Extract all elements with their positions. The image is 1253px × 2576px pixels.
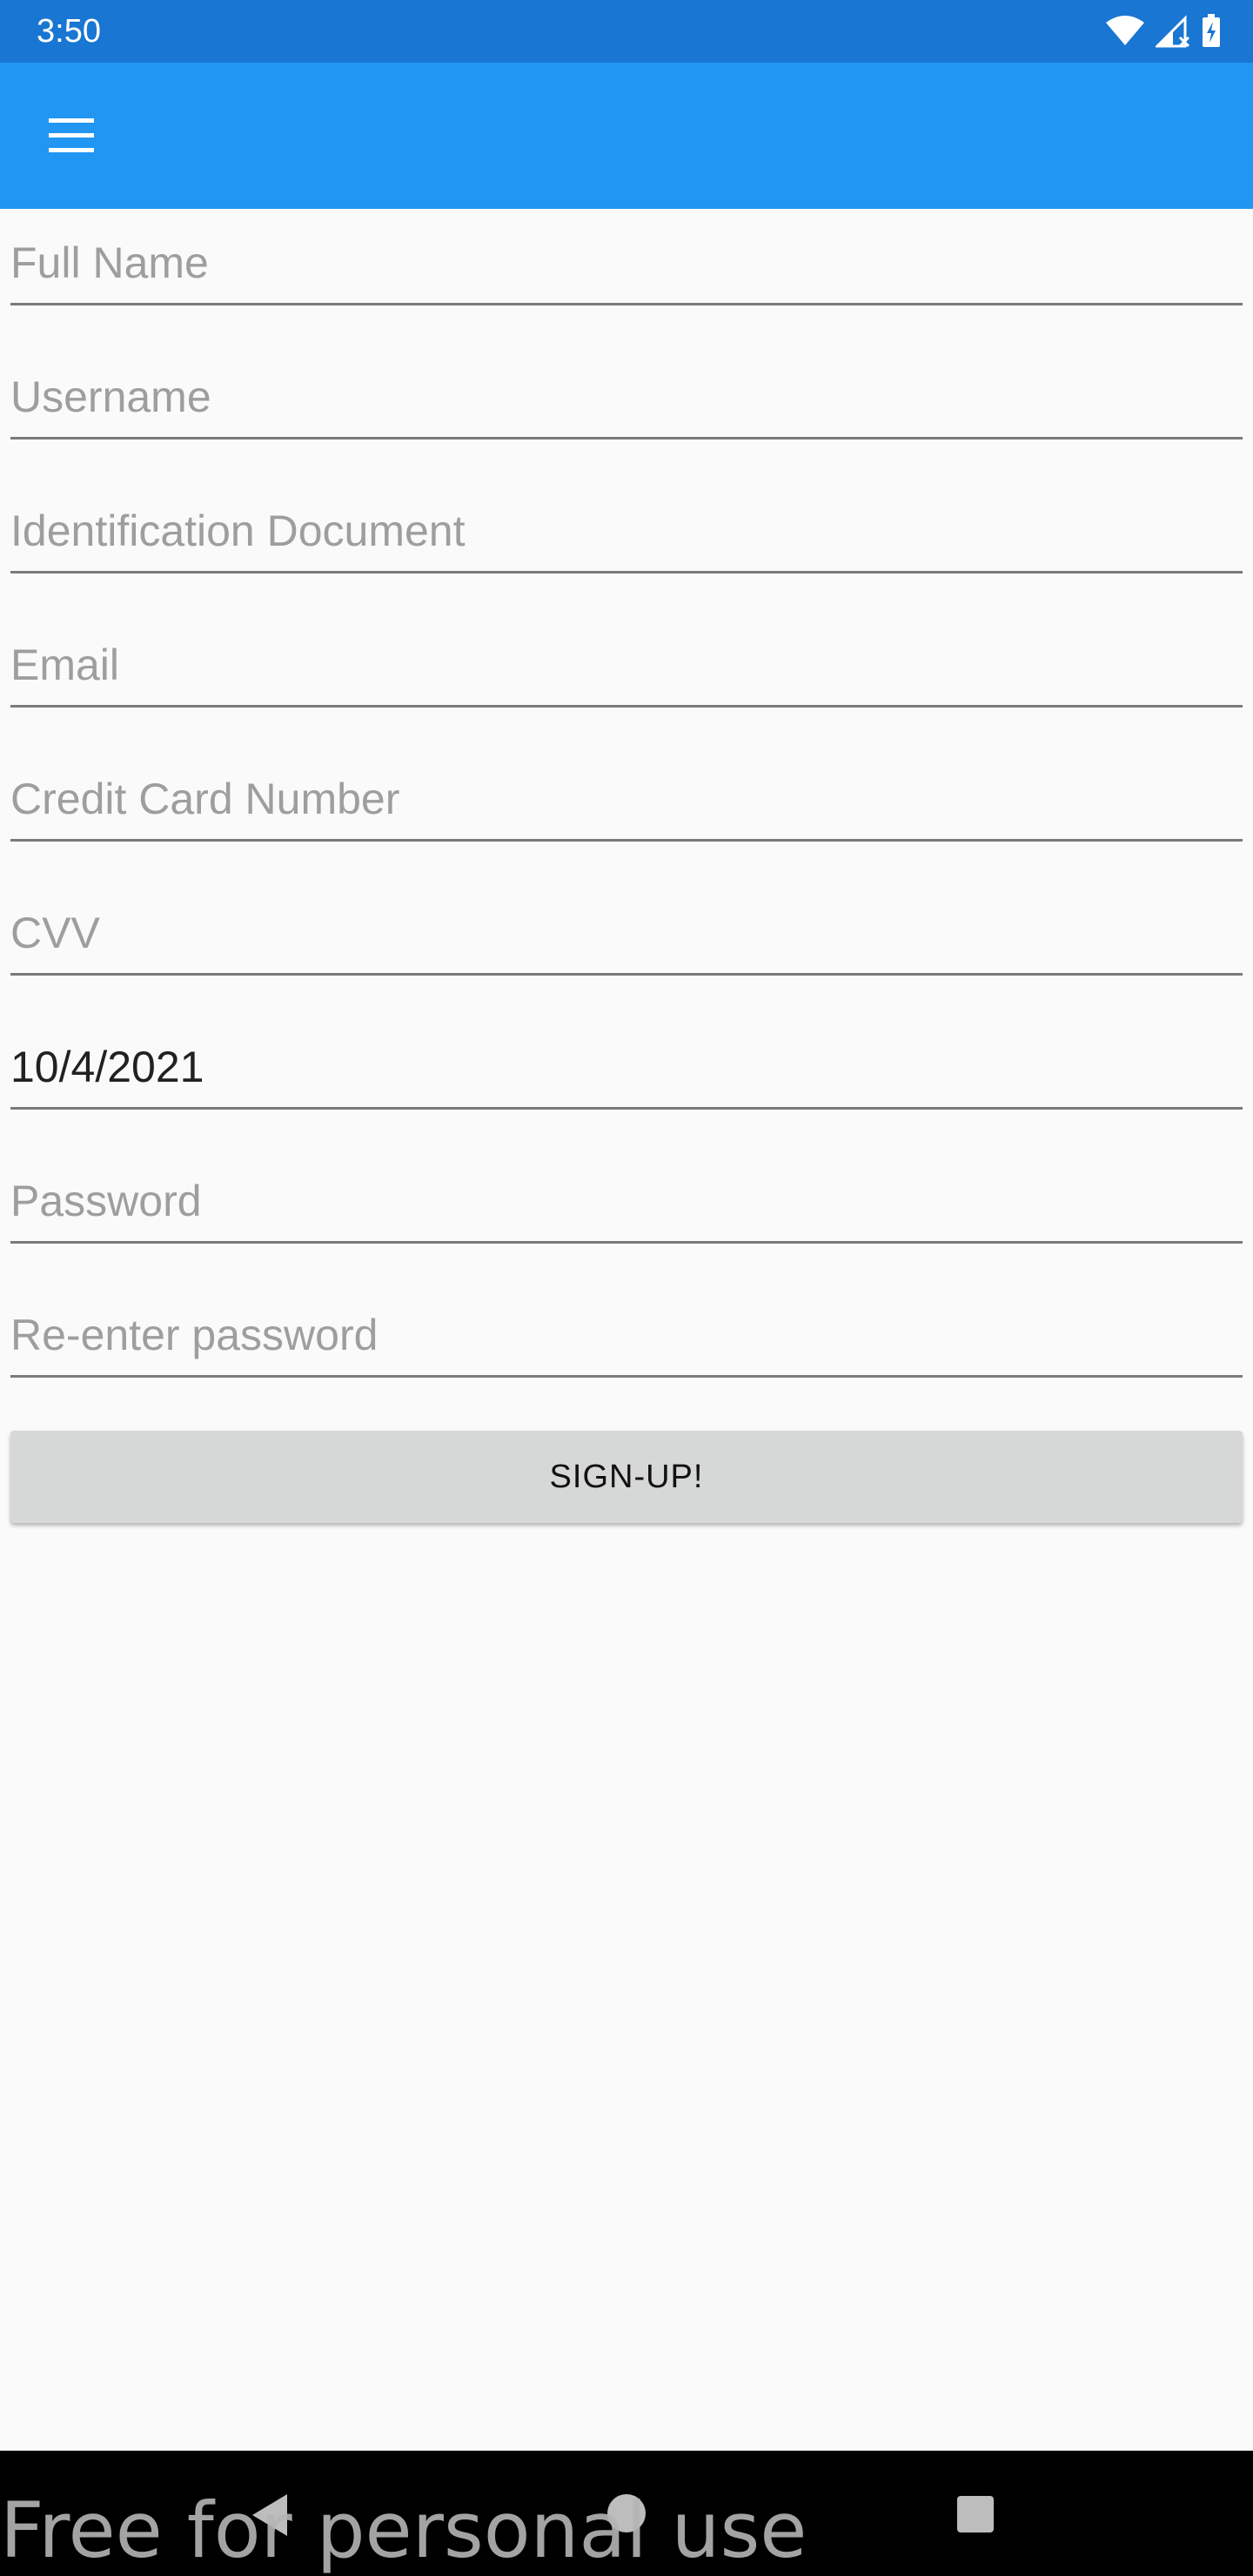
battery-charging-icon bbox=[1203, 14, 1220, 47]
password-input[interactable] bbox=[10, 1147, 1243, 1238]
email-underline bbox=[10, 705, 1243, 708]
password-underline bbox=[10, 1241, 1243, 1244]
full-name-underline bbox=[10, 303, 1243, 305]
date-picker-input[interactable] bbox=[10, 1013, 1243, 1104]
date-field bbox=[10, 1013, 1243, 1110]
card-number-field bbox=[10, 745, 1243, 842]
date-underline bbox=[10, 1107, 1243, 1110]
wifi-icon bbox=[1106, 16, 1144, 45]
cell-signal-icon bbox=[1156, 15, 1190, 48]
status-bar: 3:50 bbox=[0, 0, 1253, 63]
email-input[interactable] bbox=[10, 611, 1243, 701]
confirm-password-field bbox=[10, 1281, 1243, 1378]
status-icons bbox=[1105, 12, 1222, 50]
email-field bbox=[10, 611, 1243, 708]
id-document-field bbox=[10, 477, 1243, 574]
username-underline bbox=[10, 437, 1243, 439]
username-field bbox=[10, 343, 1243, 439]
cvv-underline bbox=[10, 973, 1243, 976]
confirm-password-input[interactable] bbox=[10, 1281, 1243, 1372]
signup-button[interactable]: SIGN-UP! bbox=[10, 1431, 1243, 1523]
cvv-input[interactable] bbox=[10, 879, 1243, 969]
app-bar bbox=[0, 63, 1253, 209]
watermark-text: Free for personal use bbox=[0, 2485, 807, 2575]
full-name-field bbox=[10, 209, 1243, 305]
confirm-password-underline bbox=[10, 1375, 1243, 1378]
status-time: 3:50 bbox=[37, 13, 101, 50]
username-input[interactable] bbox=[10, 343, 1243, 433]
recents-icon[interactable] bbox=[957, 2496, 994, 2532]
password-field bbox=[10, 1147, 1243, 1244]
full-name-input[interactable] bbox=[10, 209, 1243, 299]
id-document-input[interactable] bbox=[10, 477, 1243, 567]
hamburger-menu-icon[interactable] bbox=[45, 113, 97, 158]
card-number-underline bbox=[10, 839, 1243, 842]
cvv-field bbox=[10, 879, 1243, 976]
id-document-underline bbox=[10, 571, 1243, 574]
card-number-input[interactable] bbox=[10, 745, 1243, 835]
